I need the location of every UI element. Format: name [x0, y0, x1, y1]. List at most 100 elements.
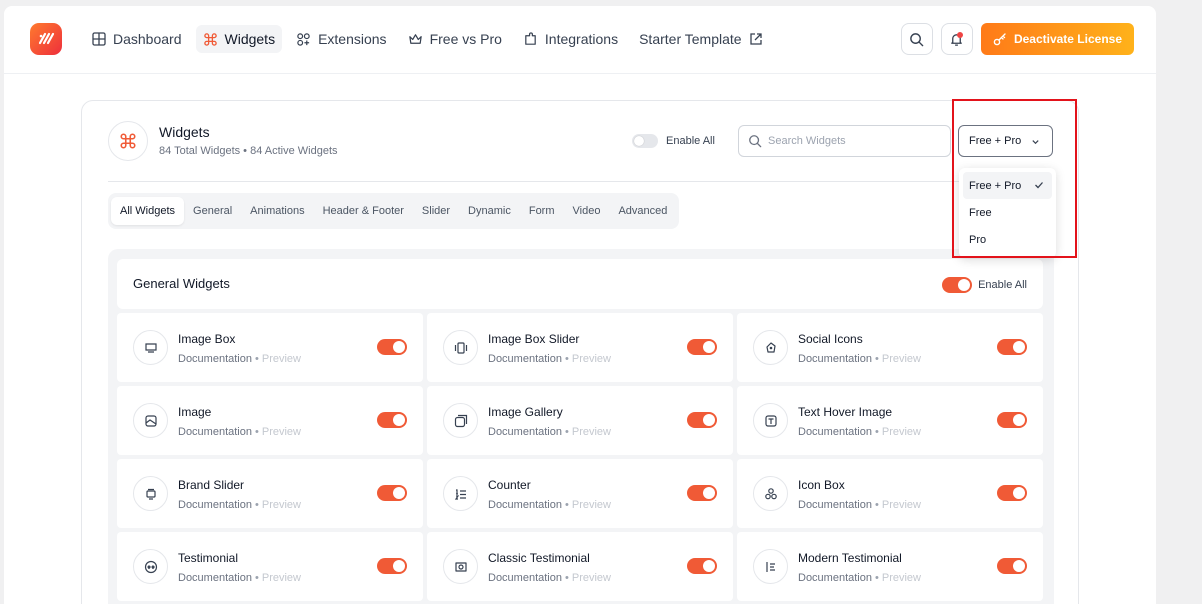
tab-header-footer[interactable]: Header & Footer	[314, 197, 413, 225]
widget-toggle[interactable]	[687, 412, 717, 428]
widget-toggle[interactable]	[687, 485, 717, 501]
preview-link[interactable]: Preview	[882, 353, 921, 365]
enable-all-toggle[interactable]: Enable All	[632, 134, 715, 148]
documentation-link[interactable]: Documentation	[488, 426, 562, 438]
preview-link[interactable]: Preview	[882, 426, 921, 438]
documentation-link[interactable]: Documentation	[798, 426, 872, 438]
tab-dynamic[interactable]: Dynamic	[459, 197, 520, 225]
notifications-button[interactable]	[940, 23, 973, 55]
tab-animations[interactable]: Animations	[241, 197, 313, 225]
preview-link[interactable]: Preview	[262, 499, 301, 511]
documentation-link[interactable]: Documentation	[488, 353, 562, 365]
widget-name: Brand Slider	[178, 478, 245, 492]
documentation-link[interactable]: Documentation	[798, 353, 872, 365]
toggle-switch[interactable]	[942, 277, 973, 293]
documentation-link[interactable]: Documentation	[798, 572, 872, 584]
widget-card: Image Documentation • Preview	[117, 386, 423, 455]
nav-label: Free vs Pro	[429, 31, 502, 47]
nav-dashboard[interactable]: Dashboard	[84, 25, 189, 53]
widget-toggle[interactable]	[997, 558, 1027, 574]
widget-toggle[interactable]	[377, 412, 407, 428]
widget-name: Counter	[488, 478, 531, 492]
widget-card: Social Icons Documentation • Preview	[737, 313, 1043, 382]
nav-free-vs-pro[interactable]: Free vs Pro	[401, 25, 509, 53]
brand-slider-icon	[133, 476, 168, 511]
top-actions: Deactivate License	[900, 23, 1134, 55]
widget-links: Documentation • Preview	[178, 353, 301, 365]
documentation-link[interactable]: Documentation	[178, 572, 252, 584]
nav-label: Starter Template	[639, 31, 742, 47]
page-title: Widgets	[159, 124, 210, 140]
widget-count-summary: 84 Total Widgets • 84 Active Widgets	[159, 145, 338, 157]
documentation-link[interactable]: Documentation	[178, 353, 252, 365]
preview-link[interactable]: Preview	[572, 353, 611, 365]
tab-all-widgets[interactable]: All Widgets	[111, 197, 185, 225]
app-window: Dashboard Widgets Extensions Free vs Pro…	[4, 6, 1156, 604]
nav-integrations[interactable]: Integrations	[516, 25, 625, 53]
tab-general[interactable]: General	[184, 197, 241, 225]
tab-slider[interactable]: Slider	[413, 197, 459, 225]
classic-testimonial-icon	[443, 549, 478, 584]
documentation-link[interactable]: Documentation	[488, 572, 562, 584]
widget-toggle[interactable]	[377, 558, 407, 574]
widget-toggle[interactable]	[997, 339, 1027, 355]
preview-link[interactable]: Preview	[882, 572, 921, 584]
widget-links: Documentation • Preview	[178, 572, 301, 584]
nav-widgets[interactable]: Widgets	[195, 25, 283, 53]
widget-toggle[interactable]	[687, 339, 717, 355]
plugin-icon	[523, 31, 538, 47]
deactivate-license-button[interactable]: Deactivate License	[980, 23, 1134, 55]
search-widgets-field[interactable]	[738, 125, 951, 157]
widget-links: Documentation • Preview	[178, 426, 301, 438]
preview-link[interactable]: Preview	[262, 353, 301, 365]
widget-toggle[interactable]	[997, 412, 1027, 428]
preview-link[interactable]: Preview	[262, 572, 301, 584]
top-navigation-bar: Dashboard Widgets Extensions Free vs Pro…	[4, 6, 1156, 74]
preview-link[interactable]: Preview	[262, 426, 301, 438]
widget-name: Image Gallery	[488, 405, 563, 419]
command-icon	[108, 121, 148, 161]
widget-card: Modern Testimonial Documentation • Preview	[737, 532, 1043, 601]
widget-card: Text Hover Image Documentation • Preview	[737, 386, 1043, 455]
tab-advanced[interactable]: Advanced	[609, 197, 676, 225]
brand-logo-icon[interactable]	[30, 23, 62, 55]
widget-links: Documentation • Preview	[488, 353, 611, 365]
text-hover-icon	[753, 403, 788, 438]
link-separator: •	[875, 353, 879, 365]
widget-links: Documentation • Preview	[798, 499, 921, 511]
notification-dot	[956, 32, 963, 38]
link-separator: •	[565, 572, 569, 584]
tab-form[interactable]: Form	[520, 197, 564, 225]
documentation-link[interactable]: Documentation	[488, 499, 562, 511]
search-button[interactable]	[900, 23, 933, 55]
toggle-switch[interactable]	[632, 134, 658, 148]
widget-grid: Image Box Documentation • Preview Image Box …	[117, 313, 1043, 601]
panel-header: General Widgets Enable All	[117, 259, 1043, 309]
link-separator: •	[255, 499, 259, 511]
preview-link[interactable]: Preview	[882, 499, 921, 511]
widget-toggle[interactable]	[997, 485, 1027, 501]
icon-box-icon	[753, 476, 788, 511]
widget-toggle[interactable]	[377, 339, 407, 355]
preview-link[interactable]: Preview	[572, 426, 611, 438]
nav-starter-template[interactable]: Starter Template	[632, 25, 769, 53]
widget-toggle[interactable]	[687, 558, 717, 574]
search-input[interactable]	[768, 135, 938, 147]
widget-links: Documentation • Preview	[178, 499, 301, 511]
nav-label: Dashboard	[113, 31, 182, 47]
documentation-link[interactable]: Documentation	[178, 499, 252, 511]
tab-video[interactable]: Video	[564, 197, 610, 225]
widget-toggle[interactable]	[377, 485, 407, 501]
enable-all-label: Enable All	[666, 135, 715, 147]
preview-link[interactable]: Preview	[572, 499, 611, 511]
documentation-link[interactable]: Documentation	[798, 499, 872, 511]
link-separator: •	[255, 426, 259, 438]
widget-links: Documentation • Preview	[488, 499, 611, 511]
panel-title: General Widgets	[133, 276, 230, 291]
enable-all-label: Enable All	[978, 279, 1027, 291]
preview-link[interactable]: Preview	[572, 572, 611, 584]
documentation-link[interactable]: Documentation	[178, 426, 252, 438]
social-icon	[753, 330, 788, 365]
nav-extensions[interactable]: Extensions	[289, 25, 393, 53]
panel-enable-all-toggle[interactable]: Enable All	[942, 277, 1027, 293]
